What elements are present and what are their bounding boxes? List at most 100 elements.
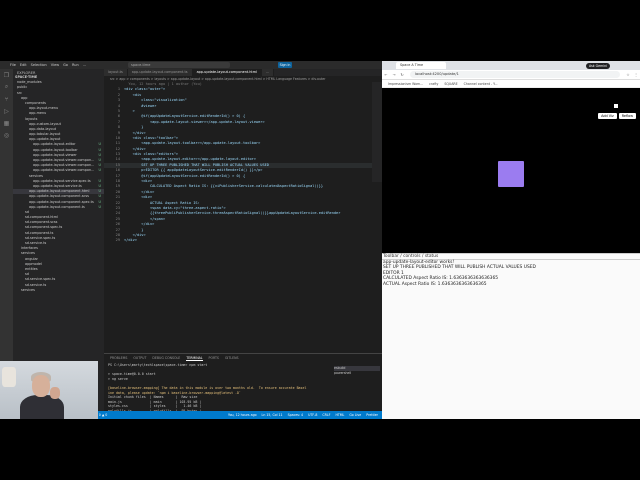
presenter-head [32,375,50,397]
file-tree-label: app-update-layout.service.spec.ts [33,178,91,183]
editor-tab[interactable]: app-update-layout.component.ts [127,69,193,76]
ask-gemini-button[interactable]: Ask Gemini [585,62,610,69]
file-tree-label: services [21,251,35,256]
status-right: You, 12 hours ago Ln 15, Col 11 Spaces: 4 U… [228,413,382,417]
file-tree-label: angular [25,256,38,261]
git-status-badge: U [98,204,101,209]
menu-icon[interactable]: ⋮ [632,73,640,77]
panel-tab[interactable]: GITLENS [225,356,239,360]
status-item[interactable]: Ln 15, Col 11 [262,413,283,417]
panel-tab[interactable]: DEBUG CONSOLE [152,356,180,360]
file-tree-label: sd.component.html [25,215,58,220]
menu-item-1[interactable]: Edit [20,63,27,67]
file-tree-label: sd [25,209,29,214]
file-tree-label: app-custom-layout [29,121,61,126]
status-item[interactable]: You, 12 hours ago [228,413,257,417]
file-tree-label: sd.service.spec.ts [25,235,56,240]
presenter-hand [50,387,60,399]
file-tree-label: app-menu [29,111,47,116]
menu-item-5[interactable]: Run [72,63,79,67]
star-icon[interactable]: ☆ [624,73,632,77]
webcam-overlay [0,361,98,419]
browser-tab[interactable]: Space A Time [396,62,446,69]
search-icon[interactable]: ⌕ [0,81,13,93]
terminal-instance[interactable]: powershell [334,371,380,376]
bottom-panel: PROBLEMS OUTPUT DEBUG CONSOLE TERMINAL PORTS… [104,353,382,419]
file-tree-label: app-update-layout [29,137,61,142]
file-tree-label: interfaces [21,246,38,251]
file-tree-label: app-update-layout.viewer.compon... [33,163,95,168]
menu-item-0[interactable]: File [10,63,16,67]
files-icon[interactable]: ❐ [0,69,13,81]
vscode-menu-bar: File Edit Selection View Go Run... [10,63,86,67]
viz-marker [614,104,618,108]
gitlens-icon[interactable]: ◎ [0,129,13,141]
status-item[interactable]: CRLF [322,413,330,417]
code-line[interactable]: 29 </div> [104,238,382,243]
menu-item-2[interactable]: Selection [31,63,47,67]
menu-item-4[interactable]: Go [63,63,68,67]
panel-tab[interactable]: OUTPUT [133,356,146,360]
bookmark-item[interactable]: crafty [429,82,438,86]
back-icon[interactable]: ← [382,73,390,77]
file-tree-label: app-update-layout.component.html [29,189,90,194]
file-tree-label: components [25,100,46,105]
browser-toolbar: ← → ↻ localhost:4200/update/1 ☆ ⋮ [382,70,640,80]
code-editor: layout.ts app-update-layout.component.ts a… [104,69,382,353]
browser-window: Space A Time Ask Gemini ← → ↻ localhost:… [382,61,640,419]
line-number: 29 [115,238,120,243]
terminal-line: [baseline-browser-mapping] The data in t… [108,385,307,390]
menu-item-6[interactable]: ... [83,63,86,67]
status-item[interactable]: Spaces: 4 [288,413,304,417]
editor-tab[interactable]: ... [261,69,275,76]
sign-in-button[interactable]: Sign in [278,62,292,68]
file-tree-label: app-tabular-layout [29,132,61,137]
file-tree-label: services [29,173,43,178]
file-tree-item[interactable]: services [13,288,104,293]
editor-tab[interactable]: app-update-layout.component.html [192,69,262,76]
file-tree-label: layouts [25,116,38,121]
file-tree-label: entities [25,266,38,271]
file-tree-label: sd.service.ts [25,241,47,245]
status-item[interactable]: Go Live [349,413,361,417]
forward-icon[interactable]: → [390,73,398,77]
minimap[interactable] [372,82,382,182]
viz-button-add-viz[interactable]: Add Viz [598,113,617,119]
status-item[interactable]: UTF-8 [308,413,317,417]
run-debug-icon[interactable]: ▷ [0,105,13,117]
status-item[interactable]: HTML [335,413,344,417]
vscode-titlebar: File Edit Selection View Go Run... space-time… [0,61,382,69]
file-tree-label: app [21,95,28,100]
status-item[interactable]: Prettier [366,413,378,417]
extensions-icon[interactable]: ▦ [0,117,13,129]
visualization-area[interactable]: Add Viz Reflow [382,88,640,253]
file-tree-label: public [17,85,28,90]
command-search-input[interactable]: space-time [128,62,230,68]
panel-tab[interactable]: TERMINAL [186,356,203,361]
source-control-icon[interactable]: ⑂ [0,93,13,105]
bookmark-item[interactable]: SQUARE [444,82,457,86]
file-tree-label: app-data-layout [29,126,57,131]
file-tree-label: app-update-layout-editor [33,142,76,147]
menu-item-3[interactable]: View [51,63,59,67]
file-tree-label: app-update-layout.component.scss [29,194,89,199]
viz-button-reflow[interactable]: Reflow [618,113,636,119]
bookmark-item[interactable]: Channel content - Y... [464,82,498,86]
bookmark-item[interactable]: Impressionism Wom... [388,82,423,86]
file-tree-label: sd.component.scss [25,220,58,225]
file-tree-label: app-update-layout.component.spec.ts [29,199,94,204]
activity-bar: ❐ ⌕ ⑂ ▷ ▦ ◎ [0,69,13,411]
git-status-badge: U [98,168,101,173]
purple-square-object[interactable] [498,161,524,187]
editor-tab[interactable]: layout.ts [104,69,128,76]
file-tree-label: app-update-layout.service.ts [33,183,82,188]
panel-tabs: PROBLEMS OUTPUT DEBUG CONSOLE TERMINAL PORTS… [104,354,382,362]
address-bar[interactable]: localhost:4200/update/1 [410,71,620,78]
file-tree-label: app-update-layout-viewer [33,152,77,157]
code-area[interactable]: You, 12 hours ago | 1 author (You) 1 <div … [104,82,382,244]
reload-icon[interactable]: ↻ [398,73,406,77]
terminal-list: esbuild powershell [334,366,380,376]
status-item[interactable]: 0 ▲ 0 [99,413,108,417]
panel-tab[interactable]: PROBLEMS [110,356,127,360]
panel-tab[interactable]: PORTS [209,356,219,360]
